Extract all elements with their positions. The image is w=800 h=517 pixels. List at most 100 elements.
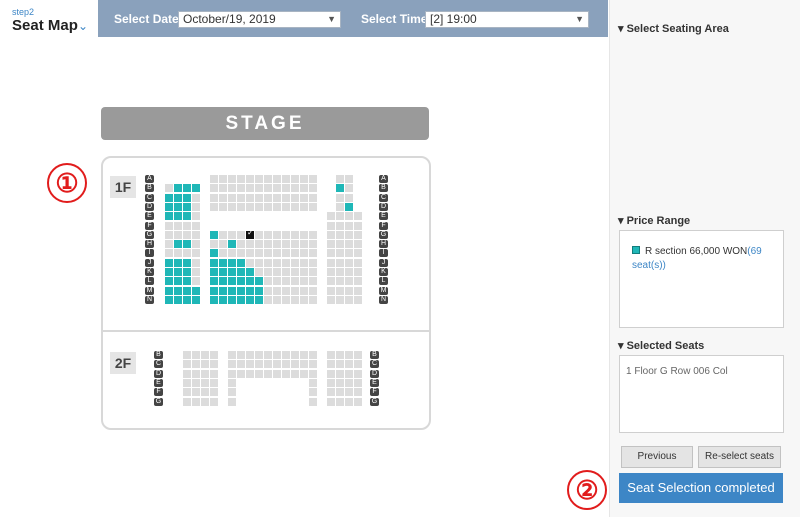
seat-1f-M-C3[interactable] — [228, 286, 236, 295]
seat-1f-K-C6[interactable] — [255, 268, 263, 276]
seat-1f-N-L4[interactable] — [192, 295, 200, 304]
seat-1f-G-R4[interactable] — [354, 230, 362, 239]
seat-1f-K-C11[interactable] — [300, 268, 308, 276]
seat-1f-M-C4[interactable] — [237, 286, 245, 295]
seat-1f-B-C7[interactable] — [264, 184, 272, 193]
seat-1f-H-C3[interactable] — [228, 240, 236, 249]
seat-2f-E-C1[interactable] — [228, 378, 236, 387]
seat-1f-H-L2[interactable] — [174, 240, 182, 249]
seat-1f-D-L1[interactable] — [165, 202, 173, 211]
seat-1f-D-C7[interactable] — [264, 202, 272, 211]
seat-1f-I-C9[interactable] — [282, 249, 290, 258]
seat-1f-B-C3[interactable] — [228, 184, 236, 193]
seat-1f-G-C10[interactable] — [291, 230, 299, 239]
seat-1f-A-C7[interactable] — [264, 175, 272, 183]
seat-2f-B-L1[interactable] — [183, 351, 191, 359]
seat-1f-A-C4[interactable] — [237, 175, 245, 183]
seat-1f-C-L3[interactable] — [183, 193, 191, 202]
seat-1f-L-C7[interactable] — [264, 277, 272, 286]
seat-1f-A-C8[interactable] — [273, 175, 281, 183]
seat-1f-L-L3[interactable] — [183, 277, 191, 286]
seat-1f-J-L3[interactable] — [183, 258, 191, 267]
seat-1f-H-R1[interactable] — [327, 240, 335, 249]
seat-2f-F-R3[interactable] — [345, 388, 353, 397]
seat-1f-D-C5[interactable] — [246, 202, 254, 211]
seat-map-title[interactable]: Seat Map — [12, 17, 78, 34]
seat-1f-L-C12[interactable] — [309, 277, 317, 286]
seat-1f-J-L2[interactable] — [174, 258, 182, 267]
seat-2f-B-L4[interactable] — [210, 351, 218, 359]
seat-1f-H-C12[interactable] — [309, 240, 317, 249]
seat-1f-L-C4[interactable] — [237, 277, 245, 286]
seat-1f-D-C8[interactable] — [273, 202, 281, 211]
seat-1f-N-C12[interactable] — [309, 295, 317, 304]
seat-1f-I-C11[interactable] — [300, 249, 308, 258]
seat-2f-D-R4[interactable] — [354, 369, 362, 378]
seat-1f-G-L4[interactable] — [192, 230, 200, 239]
seat-2f-C-L1[interactable] — [183, 360, 191, 369]
seat-1f-E-R2[interactable] — [336, 212, 344, 221]
seat-2f-E-L3[interactable] — [201, 378, 209, 387]
seat-1f-G-C11[interactable] — [300, 230, 308, 239]
seat-2f-E-R3[interactable] — [345, 378, 353, 387]
seat-2f-G-L3[interactable] — [201, 397, 209, 406]
seat-1f-H-C9[interactable] — [282, 240, 290, 249]
seat-1f-K-R3[interactable] — [345, 268, 353, 276]
seat-1f-M-R3[interactable] — [345, 286, 353, 295]
seat-1f-L-C6[interactable] — [255, 277, 263, 286]
seat-2f-C-L2[interactable] — [192, 360, 200, 369]
seat-2f-B-C5[interactable] — [264, 351, 272, 359]
seat-2f-B-C9[interactable] — [300, 351, 308, 359]
seat-1f-A-C5[interactable] — [246, 175, 254, 183]
seat-1f-C-C7[interactable] — [264, 193, 272, 202]
seat-1f-L-C11[interactable] — [300, 277, 308, 286]
seat-1f-N-L2[interactable] — [174, 295, 182, 304]
seat-2f-F-L3[interactable] — [201, 388, 209, 397]
seat-1f-J-L1[interactable] — [165, 258, 173, 267]
seat-1f-D-C4[interactable] — [237, 202, 245, 211]
seat-1f-K-L2[interactable] — [174, 268, 182, 276]
seat-1f-I-C12[interactable] — [309, 249, 317, 258]
seat-2f-F-L1[interactable] — [183, 388, 191, 397]
seat-1f-G-R3[interactable] — [345, 230, 353, 239]
seat-1f-N-R4[interactable] — [354, 295, 362, 304]
seat-1f-H-C4[interactable] — [237, 240, 245, 249]
seat-1f-C-L4[interactable] — [192, 193, 200, 202]
seat-1f-H-C1[interactable] — [210, 240, 218, 249]
seat-1f-I-C3[interactable] — [228, 249, 236, 258]
seat-1f-A-C12[interactable] — [309, 175, 317, 183]
seat-1f-J-L4[interactable] — [192, 258, 200, 267]
seat-2f-G-L2[interactable] — [192, 397, 200, 406]
seat-1f-G-C8[interactable] — [273, 230, 281, 239]
select-time-dropdown[interactable]: [2] 19:00 ▼ — [425, 11, 589, 28]
seat-1f-M-C1[interactable] — [210, 286, 218, 295]
seat-1f-N-C6[interactable] — [255, 295, 263, 304]
seat-1f-M-L2[interactable] — [174, 286, 182, 295]
seat-1f-M-C6[interactable] — [255, 286, 263, 295]
seat-1f-K-C9[interactable] — [282, 268, 290, 276]
seat-1f-D-C11[interactable] — [300, 202, 308, 211]
seat-1f-B-C10[interactable] — [291, 184, 299, 193]
seat-1f-J-C5[interactable] — [246, 258, 254, 267]
seat-1f-H-C5[interactable] — [246, 240, 254, 249]
seat-1f-K-C1[interactable] — [210, 268, 218, 276]
seat-1f-J-R2[interactable] — [336, 258, 344, 267]
seat-1f-M-L3[interactable] — [183, 286, 191, 295]
seat-1f-C-C5[interactable] — [246, 193, 254, 202]
seat-1f-A-R2[interactable] — [336, 175, 344, 183]
seat-1f-N-C1[interactable] — [210, 295, 218, 304]
seat-1f-K-L4[interactable] — [192, 268, 200, 276]
seat-1f-G-R1[interactable] — [327, 230, 335, 239]
seat-2f-C-C5[interactable] — [264, 360, 272, 369]
seat-1f-M-R4[interactable] — [354, 286, 362, 295]
seat-2f-F-R4[interactable] — [354, 388, 362, 397]
seat-1f-N-C10[interactable] — [291, 295, 299, 304]
seat-1f-C-C2[interactable] — [219, 193, 227, 202]
seat-1f-E-R4[interactable] — [354, 212, 362, 221]
seat-1f-E-L4[interactable] — [192, 212, 200, 221]
seat-1f-F-R3[interactable] — [345, 221, 353, 230]
seat-1f-K-L1[interactable] — [165, 268, 173, 276]
seat-1f-G-L1[interactable] — [165, 230, 173, 239]
seat-2f-D-C4[interactable] — [255, 369, 263, 378]
seat-1f-M-C11[interactable] — [300, 286, 308, 295]
